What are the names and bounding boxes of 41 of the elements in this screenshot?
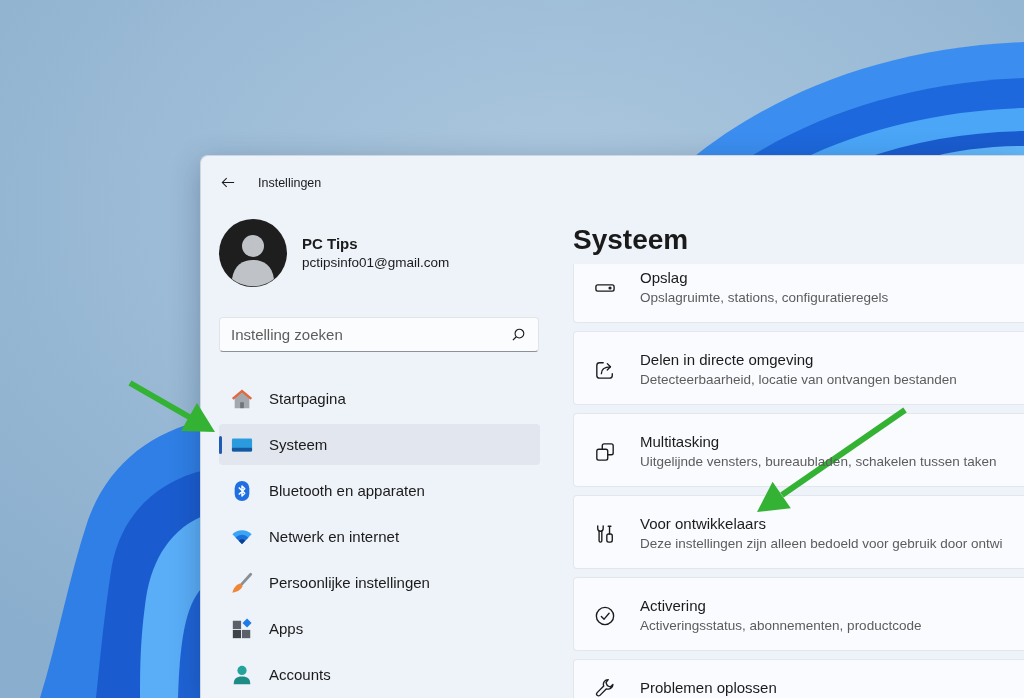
avatar-icon bbox=[219, 219, 287, 287]
card-title: Activering bbox=[640, 596, 706, 616]
tools-icon bbox=[595, 524, 615, 544]
house-icon bbox=[231, 387, 253, 410]
card-title: Opslag bbox=[640, 268, 688, 288]
settings-card[interactable]: Problemen oplossen bbox=[573, 659, 1024, 698]
nav-item[interactable]: Persoonlijke instellingen bbox=[219, 562, 540, 603]
profile-name: PC Tips bbox=[302, 234, 359, 253]
settings-card[interactable]: Voor ontwikkelaars Deze instellingen zijn alleen bedoeld voor gebruik door ontwi bbox=[573, 495, 1024, 569]
back-arrow-icon bbox=[221, 177, 235, 188]
nav-item[interactable]: Accounts bbox=[219, 654, 540, 695]
card-description: Deze instellingen zijn alleen bedoeld voor gebruik door ontwi bbox=[640, 535, 1003, 553]
back-button[interactable] bbox=[221, 177, 235, 188]
card-description: Activeringsstatus, abonnementen, productcode bbox=[640, 617, 922, 635]
nav-item[interactable]: Bluetooth en apparaten bbox=[219, 470, 540, 511]
window-title: Instellingen bbox=[258, 175, 322, 190]
search-field[interactable]: Instelling zoeken bbox=[219, 317, 539, 352]
settings-card[interactable]: Activering Activeringsstatus, abonnementen, productcode bbox=[573, 577, 1024, 651]
card-title: Delen in directe omgeving bbox=[640, 350, 814, 370]
card-title: Problemen oplossen bbox=[640, 678, 777, 698]
card-title: Voor ontwikkelaars bbox=[640, 514, 766, 534]
selection-indicator bbox=[219, 436, 222, 454]
card-description: Opslagruimte, stations, configuratieregels bbox=[640, 289, 889, 307]
person-icon bbox=[231, 663, 253, 686]
nav-item[interactable]: Apps bbox=[219, 608, 540, 649]
page-title: Systeem bbox=[573, 223, 690, 257]
apps-icon bbox=[231, 617, 253, 640]
search-icon bbox=[512, 328, 525, 341]
profile-email: pctipsinfo01@gmail.com bbox=[302, 254, 450, 272]
settings-card[interactable]: Delen in directe omgeving Detecteerbaarheid, locatie van ontvangen bestanden bbox=[573, 331, 1024, 405]
settings-card[interactable]: Opslag Opslagruimte, stations, configuratieregels bbox=[573, 264, 1024, 323]
card-title: Multitasking bbox=[640, 432, 720, 452]
overlapping-windows-icon bbox=[595, 442, 615, 462]
wrench-icon bbox=[595, 678, 615, 698]
paintbrush-icon bbox=[231, 571, 253, 594]
nav-item[interactable]: Systeem bbox=[219, 424, 540, 465]
card-description: Detecteerbaarheid, locatie van ontvangen bestanden bbox=[640, 371, 957, 389]
nav-item[interactable]: Netwerk en internet bbox=[219, 516, 540, 557]
share-icon bbox=[595, 360, 615, 380]
check-circle-icon bbox=[595, 606, 615, 626]
nav-item[interactable]: Startpagina bbox=[219, 378, 540, 419]
